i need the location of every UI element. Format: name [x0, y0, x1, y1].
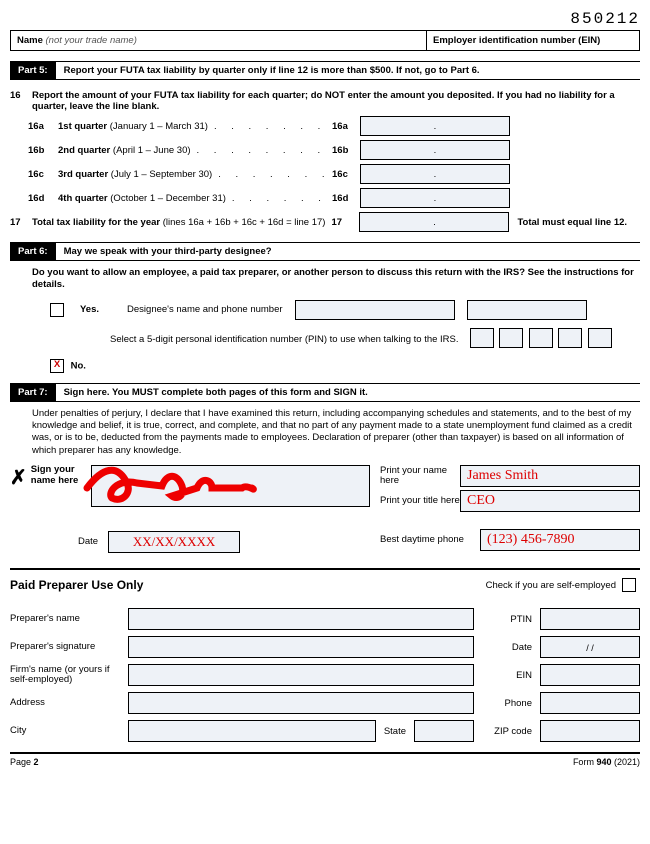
line-16c-num: 16c — [10, 169, 58, 180]
no-checkbox[interactable]: X — [50, 359, 64, 373]
phone-input[interactable]: (123) 456-7890 — [480, 529, 640, 551]
name-hint: (not your trade name) — [46, 35, 137, 46]
form-code: 850212 — [10, 10, 640, 28]
part5-bar: Part 5: Report your FUTA tax liability b… — [10, 61, 640, 80]
phone-label: Best daytime phone — [380, 535, 480, 545]
signature-scribble — [82, 458, 282, 508]
name-cell[interactable]: Name (not your trade name) — [11, 31, 427, 50]
designee-phone-input[interactable] — [467, 300, 587, 320]
firm-input[interactable] — [128, 664, 474, 686]
pin-box-3[interactable] — [529, 328, 553, 348]
prep-phone-input[interactable] — [540, 692, 640, 714]
prep-date-label: Date — [482, 642, 532, 653]
perjury-text: Under penalties of perjury, I declare th… — [10, 408, 640, 457]
part5-title: Report your FUTA tax liability by quarte… — [56, 62, 640, 79]
no-label: No. — [71, 360, 86, 371]
pin-box-1[interactable] — [470, 328, 494, 348]
yes-label: Yes. — [80, 304, 99, 315]
sign-label: Sign your name here — [31, 465, 91, 486]
line-16a-num: 16a — [10, 121, 58, 132]
part6-title: May we speak with your third-party desig… — [56, 243, 640, 260]
state-label: State — [384, 726, 406, 737]
line17-label: Total tax liability for the year (lines … — [32, 217, 325, 228]
line16-num: 16 — [10, 90, 32, 101]
ptin-input[interactable] — [540, 608, 640, 630]
line-16a-code: 16a — [332, 121, 360, 132]
prep-phone-label: Phone — [482, 698, 532, 709]
part6-bar: Part 6: May we speak with your third-par… — [10, 242, 640, 261]
prep-sig-label: Preparer's signature — [10, 642, 120, 652]
part6-tag: Part 6: — [10, 243, 56, 260]
prep-date-input[interactable]: / / — [540, 636, 640, 658]
line-16d-num: 16d — [10, 193, 58, 204]
line-16d-code: 16d — [332, 193, 360, 204]
line-16a-box[interactable]: . — [360, 116, 510, 136]
city-input[interactable] — [128, 720, 376, 742]
self-employed-label: Check if you are self-employed — [486, 580, 616, 591]
dots: . . . . . . . . . . — [208, 121, 332, 132]
prep-sig-input[interactable] — [128, 636, 474, 658]
prep-name-label: Preparer's name — [10, 614, 120, 624]
pin-box-5[interactable] — [588, 328, 612, 348]
date-input[interactable]: XX/XX/XXXX — [108, 531, 240, 553]
part6-instr: Do you want to allow an employee, a paid… — [10, 267, 640, 292]
part7-tag: Part 7: — [10, 384, 56, 401]
line-16d-box[interactable]: . — [360, 188, 510, 208]
ptin-label: PTIN — [482, 614, 532, 625]
line17-num: 17 — [10, 217, 32, 228]
line17-tail: Total must equal line 12. — [517, 217, 627, 228]
form-id: Form 940 (2021) — [573, 757, 640, 767]
print-name-label: Print your name here — [380, 466, 460, 487]
dots: . . . . . . . . . . — [226, 193, 332, 204]
part5-tag: Part 5: — [10, 62, 56, 79]
pin-text: Select a 5-digit personal identification… — [110, 334, 459, 345]
pin-box-4[interactable] — [558, 328, 582, 348]
line-16c-label: 3rd quarter (July 1 – September 30) — [58, 169, 212, 180]
ein-input[interactable] — [540, 664, 640, 686]
header-row: Name (not your trade name) Employer iden… — [10, 30, 640, 51]
print-name-input[interactable]: James Smith — [460, 465, 640, 487]
line17-code: 17 — [331, 217, 359, 228]
line-16d-label: 4th quarter (October 1 – December 31) — [58, 193, 226, 204]
line17-box[interactable]: . — [359, 212, 509, 232]
firm-label: Firm's name (or yours if self-employed) — [10, 665, 120, 686]
page-num: Page 2 — [10, 757, 39, 767]
address-input[interactable] — [128, 692, 474, 714]
print-title-input[interactable]: CEO — [460, 490, 640, 512]
part7-title: Sign here. You MUST complete both pages … — [56, 384, 640, 401]
part7-bar: Part 7: Sign here. You MUST complete bot… — [10, 383, 640, 402]
print-title-label: Print your title here — [380, 496, 460, 506]
preparer-block: Paid Preparer Use Only Check if you are … — [10, 568, 640, 742]
footer: Page 2 Form 940 (2021) — [10, 752, 640, 767]
line16-text: Report the amount of your FUTA tax liabi… — [32, 90, 640, 112]
dots: . . . . . . . . . . — [191, 145, 332, 156]
line-16c-box[interactable]: . — [360, 164, 510, 184]
pin-box-2[interactable] — [499, 328, 523, 348]
ein-cell[interactable]: Employer identification number (EIN) — [427, 31, 640, 50]
self-employed-checkbox[interactable] — [622, 578, 636, 592]
signature-box[interactable] — [91, 465, 370, 507]
city-label: City — [10, 726, 120, 736]
preparer-header: Paid Preparer Use Only — [10, 578, 486, 592]
zip-label: ZIP code — [482, 726, 532, 737]
state-input[interactable] — [414, 720, 474, 742]
line-16b-label: 2nd quarter (April 1 – June 30) — [58, 145, 191, 156]
line-16b-code: 16b — [332, 145, 360, 156]
address-label: Address — [10, 698, 120, 708]
sign-x-icon: ✗ — [10, 465, 27, 490]
designee-name-input[interactable] — [295, 300, 455, 320]
prep-name-input[interactable] — [128, 608, 474, 630]
dots: . . . . . . . . . . — [212, 169, 332, 180]
line-16a-label: 1st quarter (January 1 – March 31) — [58, 121, 208, 132]
ein-label: EIN — [482, 670, 532, 681]
line-16b-box[interactable]: . — [360, 140, 510, 160]
line-16c-code: 16c — [332, 169, 360, 180]
yes-checkbox[interactable] — [50, 303, 64, 317]
designee-label: Designee's name and phone number — [127, 304, 283, 315]
line-16b-num: 16b — [10, 145, 58, 156]
date-label: Date — [78, 536, 98, 547]
zip-input[interactable] — [540, 720, 640, 742]
name-label: Name — [17, 35, 43, 46]
